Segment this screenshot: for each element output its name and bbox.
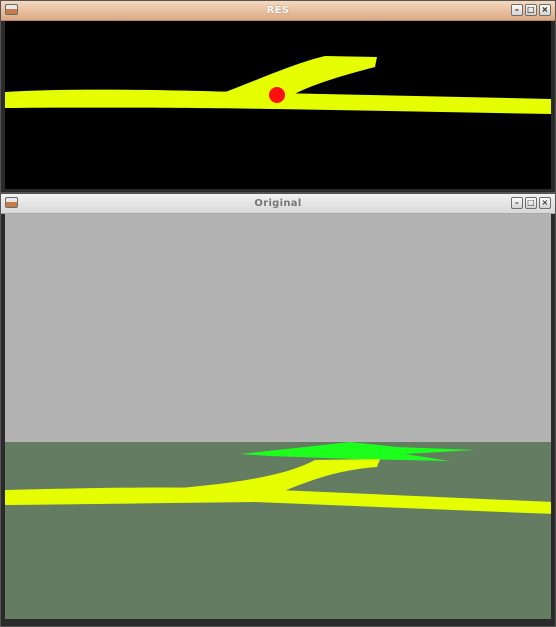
- maximize-button[interactable]: □: [525, 197, 537, 209]
- minimize-button[interactable]: –: [511, 197, 523, 209]
- original-titlebar[interactable]: Original – □ ×: [1, 194, 555, 214]
- close-button[interactable]: ×: [539, 4, 551, 16]
- minimize-button[interactable]: –: [511, 4, 523, 16]
- original-window-title: Original: [254, 198, 302, 209]
- res-marker-dot: [269, 87, 285, 103]
- window-menu-icon[interactable]: [5, 4, 18, 15]
- window-menu-icon[interactable]: [5, 197, 18, 208]
- original-window: Original – □ ×: [0, 193, 556, 627]
- res-window-title: RES: [266, 5, 290, 16]
- res-image-view: [5, 21, 551, 189]
- res-image: [5, 21, 551, 189]
- original-image: [5, 214, 551, 619]
- sky: [5, 214, 551, 442]
- original-image-view: [5, 214, 551, 619]
- res-titlebar[interactable]: RES – □ ×: [1, 1, 555, 21]
- maximize-button[interactable]: □: [525, 4, 537, 16]
- res-window: RES – □ ×: [0, 0, 556, 193]
- close-button[interactable]: ×: [539, 197, 551, 209]
- ground: [5, 442, 551, 619]
